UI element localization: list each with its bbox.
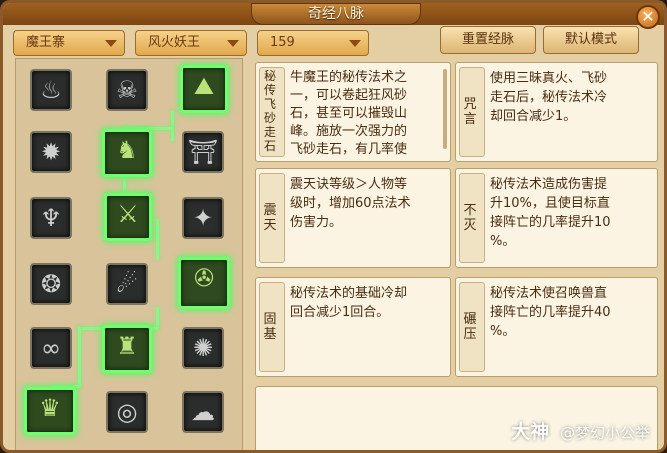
storm-cloud-icon: ☁ [191,398,215,426]
meridian-card-zhouyan[interactable]: 咒言 使用三昧真火、飞砂 走石后，秘传法术冷 却回合减少1。 [455,62,658,162]
card-description: 秘传法术使召唤兽直 接阵亡的几率提升40 %。 [490,286,611,339]
skill-slot-flame-claw[interactable]: ♨ [30,69,72,111]
school-dropdown[interactable]: 风火妖王 [135,30,247,56]
watermark: 大神 @梦幻小公举 [511,417,650,444]
skill-slot-rubble[interactable]: ☄ [106,263,148,305]
card-label: 咒言 [463,97,477,127]
dragon-icon: ♛ [39,394,61,422]
demon-head-icon: ☠ [116,76,138,104]
meridian-card-bumie[interactable]: 不灭 秘传法术造成伤害提 升10%，且使目标直 接阵亡的几率提升10 %。 [455,168,658,268]
compass-ring-icon: ✇ [193,264,215,292]
tree-connector [171,111,174,141]
dark-flower-icon: ✺ [192,334,214,362]
school-dropdown-value: 风火妖王 [148,35,201,50]
close-button[interactable]: ✕ [636,5,660,29]
card-label: 震天 [263,203,277,233]
skill-slot-whirlwind[interactable]: ◎ [106,391,148,433]
skill-slot-rock-pillar[interactable]: ⛩ [182,131,224,173]
demon-beast-icon: ♞ [116,136,138,164]
chevron-down-icon [349,40,361,47]
faction-dropdown-value: 魔王寨 [26,35,66,50]
fire-burst-icon: ✹ [40,138,62,166]
skill-slot-sun-seal[interactable]: ❂ [30,263,72,305]
skill-slot-wind-mountain[interactable]: ⛰ [180,65,228,113]
brazier-icon: ♆ [40,204,62,232]
card-description: 牛魔王的秘传法术之 一，可以卷起狂风砂 石，甚至可以摧毁山 峰。施放一次强力的 … [290,70,408,157]
default-mode-button[interactable]: 默认模式 [543,26,639,54]
watermark-user: @梦幻小公举 [559,424,650,442]
card-label: 固基 [263,312,277,342]
card-label: 秘传飞砂走石 [263,69,276,153]
card-scrollbar[interactable] [443,69,447,149]
sword-scroll-icon: ⚔ [117,200,139,228]
rock-pillar-icon: ⛩ [187,138,219,166]
rubble-icon: ☄ [116,270,138,298]
card-description: 秘传法术造成伤害提 升10%，且使目标直 接阵亡的几率提升10 %。 [490,177,611,249]
level-dropdown[interactable]: 159 [257,30,369,56]
watermark-brand: 大神 [511,421,550,443]
armored-warrior-icon: ♜ [116,332,138,360]
chevron-down-icon [105,40,117,47]
skill-slot-skull-wind[interactable]: ✦ [182,197,224,239]
bubble-chain-icon: ∞ [41,334,61,362]
skill-slot-sword-scroll[interactable]: ⚔ [104,193,152,241]
tree-connector [123,177,126,193]
meridian-card-main-skill[interactable]: 秘传飞砂走石 牛魔王的秘传法术之 一，可以卷起狂风砂 石，甚至可以摧毁山 峰。施… [255,62,451,162]
sun-seal-icon: ❂ [40,270,62,298]
meridian-card-zhentian[interactable]: 震天 震天诀等级＞人物等 级时，增加60点法术 伤害力。 [255,168,451,268]
skill-slot-dark-flower[interactable]: ✺ [182,327,224,369]
skill-slot-armored-warrior[interactable]: ♜ [102,325,152,373]
skill-slot-brazier[interactable]: ♆ [30,197,72,239]
level-dropdown-value: 159 [270,35,295,50]
skill-slot-dragon[interactable]: ♛ [24,387,76,435]
skull-wind-icon: ✦ [192,204,214,232]
meridian-card-nianya[interactable]: 碾压 秘传法术使召唤兽直 接阵亡的几率提升40 %。 [455,277,658,377]
chevron-down-icon [227,40,239,47]
card-description: 使用三昧真火、飞砂 走石后，秘传法术冷 却回合减少1。 [490,71,608,124]
skill-slot-storm-cloud[interactable]: ☁ [182,391,224,433]
faction-dropdown[interactable]: 魔王寨 [13,30,125,56]
skill-tree-panel: ♨ ☠ ⛰ ✹ ♞ ⛩ ♆ ⚔ ✦ ❂ ☄ ✇ ∞ ♜ ✺ ♛ ◎ ☁ [15,58,243,450]
card-label: 碾压 [463,312,477,342]
skill-slot-fire-burst[interactable]: ✹ [30,131,72,173]
window-title: 奇经八脉 [251,3,421,25]
skill-slot-compass-ring[interactable]: ✇ [178,257,230,309]
card-description: 秘传法术的基础冷却 回合减少1回合。 [290,286,408,320]
flame-claw-icon: ♨ [40,76,62,104]
card-description: 震天诀等级＞人物等 级时，增加60点法术 伤害力。 [290,177,411,230]
card-label: 不灭 [463,203,477,233]
tree-connector [78,327,81,387]
skill-slot-demon-head[interactable]: ☠ [106,69,148,111]
tree-connector [156,219,159,259]
whirlwind-icon: ◎ [116,398,138,426]
wind-mountain-icon: ⛰ [193,72,215,100]
tree-connector [156,307,159,329]
skill-slot-demon-beast[interactable]: ♞ [102,129,152,177]
meridian-window: 奇经八脉 ✕ 魔王寨 风火妖王 159 重置经脉 默认模式 ♨ ☠ ⛰ ✹ ♞ … [0,0,667,453]
reset-meridian-button[interactable]: 重置经脉 [440,26,536,54]
skill-slot-bubble-chain[interactable]: ∞ [30,327,72,369]
meridian-card-guji[interactable]: 固基 秘传法术的基础冷却 回合减少1回合。 [255,277,451,377]
